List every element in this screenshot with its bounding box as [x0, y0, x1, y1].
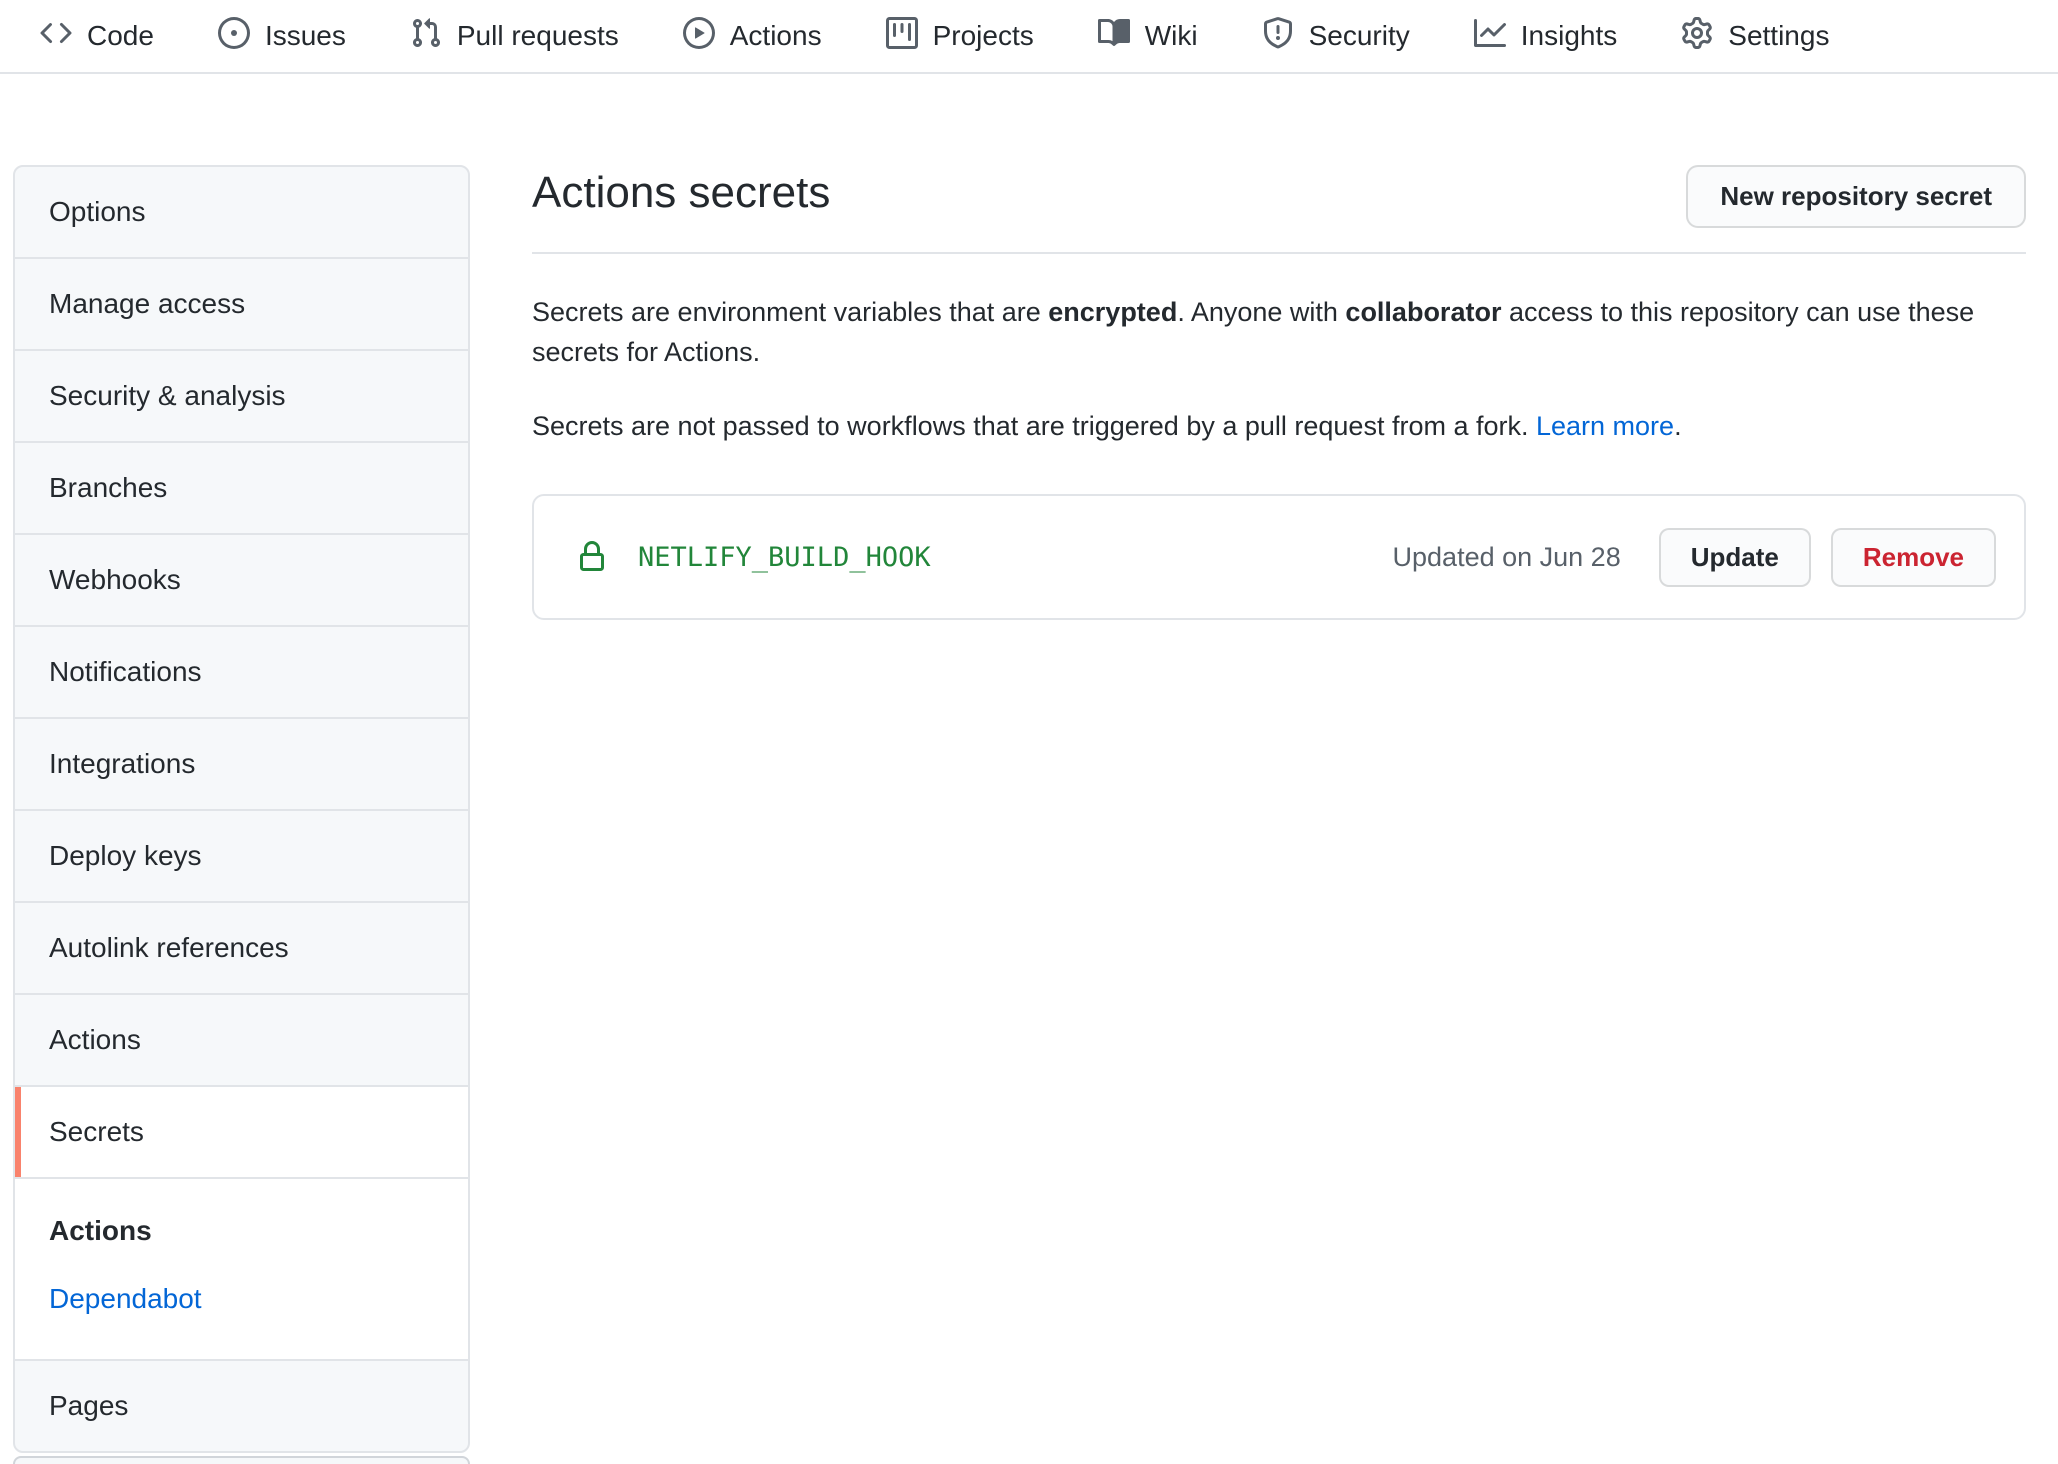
- fork-note-text: Secrets are not passed to workflows that…: [532, 411, 1536, 441]
- sidebar-subitem-actions[interactable]: Actions: [49, 1215, 444, 1247]
- description-text: . Anyone with: [1177, 297, 1345, 327]
- nav-tab-actions[interactable]: Actions: [683, 17, 822, 56]
- settings-layout: Options Manage access Security & analysi…: [0, 74, 2058, 1464]
- page-title: Actions secrets: [532, 165, 830, 221]
- nav-tab-pull-requests[interactable]: Pull requests: [410, 17, 619, 56]
- project-board-icon: [886, 17, 918, 56]
- secret-name: NETLIFY_BUILD_HOOK: [638, 542, 931, 573]
- sidebar-item-secrets[interactable]: Secrets: [15, 1085, 468, 1177]
- secrets-submenu: Actions Dependabot: [15, 1177, 468, 1359]
- nav-tab-security[interactable]: Security: [1262, 17, 1410, 56]
- sidebar-item-notifications[interactable]: Notifications: [15, 625, 468, 717]
- secrets-list: NETLIFY_BUILD_HOOK Updated on Jun 28 Upd…: [532, 494, 2026, 620]
- nav-tab-code[interactable]: Code: [40, 17, 154, 56]
- sidebar-item-autolink-references[interactable]: Autolink references: [15, 901, 468, 993]
- settings-menu: Options Manage access Security & analysi…: [13, 165, 470, 1453]
- sidebar-item-integrations[interactable]: Integrations: [15, 717, 468, 809]
- code-icon: [40, 17, 72, 56]
- nav-tab-label: Issues: [265, 20, 346, 52]
- nav-tab-label: Code: [87, 20, 154, 52]
- nav-tab-label: Settings: [1728, 20, 1829, 52]
- nav-tab-insights[interactable]: Insights: [1474, 17, 1618, 56]
- nav-tab-label: Pull requests: [457, 20, 619, 52]
- graph-icon: [1474, 17, 1506, 56]
- header-divider: [532, 252, 2026, 254]
- sidebar-item-webhooks[interactable]: Webhooks: [15, 533, 468, 625]
- nav-tab-label: Actions: [730, 20, 822, 52]
- gear-icon: [1681, 17, 1713, 56]
- lock-icon: [576, 541, 608, 573]
- sidebar-item-actions[interactable]: Actions: [15, 993, 468, 1085]
- book-icon: [1098, 17, 1130, 56]
- git-pull-request-icon: [410, 17, 442, 56]
- play-icon: [683, 17, 715, 56]
- nav-tab-issues[interactable]: Issues: [218, 17, 346, 56]
- nav-tab-settings[interactable]: Settings: [1681, 17, 1829, 56]
- nav-tab-wiki[interactable]: Wiki: [1098, 17, 1198, 56]
- settings-sidebar: Options Manage access Security & analysi…: [13, 165, 470, 1464]
- sidebar-item-deploy-keys[interactable]: Deploy keys: [15, 809, 468, 901]
- nav-tab-label: Projects: [933, 20, 1034, 52]
- description-bold-encrypted: encrypted: [1048, 297, 1177, 327]
- nav-tab-label: Security: [1309, 20, 1410, 52]
- description-bold-collaborator: collaborator: [1345, 297, 1501, 327]
- fork-note-period: .: [1674, 411, 1682, 441]
- update-secret-button[interactable]: Update: [1659, 528, 1811, 587]
- main-header: Actions secrets New repository secret: [532, 165, 2026, 228]
- nav-tab-projects[interactable]: Projects: [886, 17, 1034, 56]
- sidebar-item-pages[interactable]: Pages: [15, 1359, 468, 1451]
- description-text: Secrets are environment variables that a…: [532, 297, 1048, 327]
- repo-tab-nav: Code Issues Pull requests Actions Projec…: [0, 0, 2058, 74]
- remove-secret-button[interactable]: Remove: [1831, 528, 1996, 587]
- sidebar-subitem-dependabot[interactable]: Dependabot: [49, 1283, 444, 1315]
- main-content: Actions secrets New repository secret Se…: [532, 165, 2026, 620]
- secret-row: NETLIFY_BUILD_HOOK Updated on Jun 28 Upd…: [534, 496, 2024, 618]
- sidebar-item-options[interactable]: Options: [15, 167, 468, 257]
- sidebar-item-manage-access[interactable]: Manage access: [15, 257, 468, 349]
- issue-opened-icon: [218, 17, 250, 56]
- sidebar-next-section-edge: [13, 1456, 470, 1464]
- secret-updated-date: Updated on Jun 28: [1393, 542, 1621, 573]
- learn-more-link[interactable]: Learn more: [1536, 411, 1674, 441]
- secret-actions: Update Remove: [1659, 528, 1996, 587]
- secrets-description: Secrets are environment variables that a…: [532, 292, 2026, 372]
- nav-tab-label: Wiki: [1145, 20, 1198, 52]
- sidebar-item-branches[interactable]: Branches: [15, 441, 468, 533]
- fork-note: Secrets are not passed to workflows that…: [532, 406, 2026, 446]
- shield-icon: [1262, 17, 1294, 56]
- nav-tab-label: Insights: [1521, 20, 1618, 52]
- new-repository-secret-button[interactable]: New repository secret: [1686, 165, 2026, 228]
- sidebar-item-security-analysis[interactable]: Security & analysis: [15, 349, 468, 441]
